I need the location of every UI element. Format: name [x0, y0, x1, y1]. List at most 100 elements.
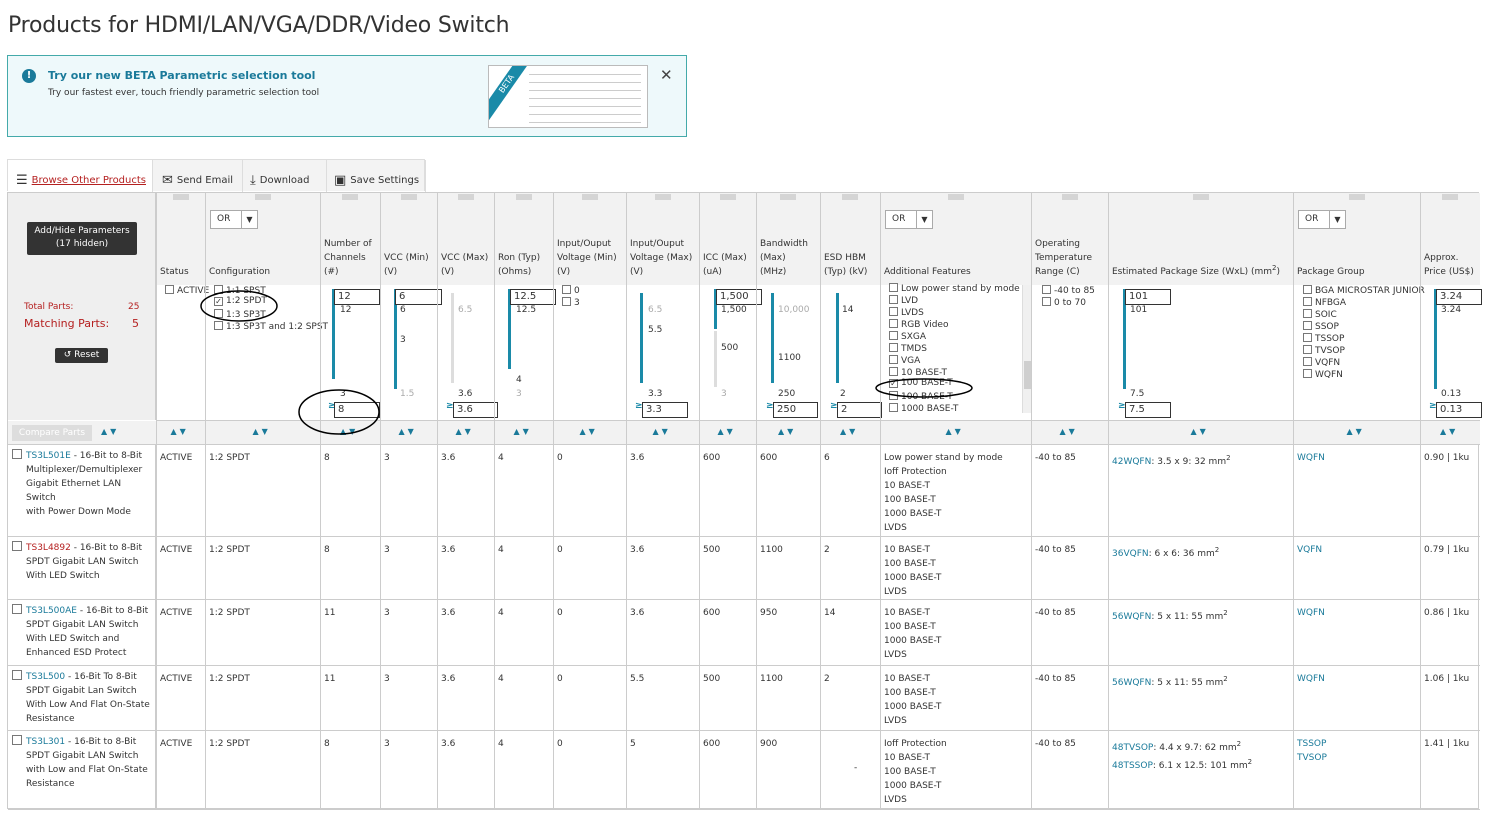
sort-arrows-config[interactable]: ▲▼ — [253, 427, 271, 436]
temp-filter-0-70[interactable]: 0 to 70 — [1042, 296, 1086, 308]
sort-arrows-price[interactable]: ▲▼ — [1440, 427, 1458, 436]
sort-arrows-vccmin[interactable]: ▲▼ — [399, 427, 417, 436]
column-header-bw[interactable]: Bandwidth (Max) (MHz) — [760, 237, 808, 279]
sort-arrows-ron[interactable]: ▲▼ — [514, 427, 532, 436]
pkggroup-filter-6[interactable]: VQFN — [1303, 356, 1340, 368]
checkbox[interactable] — [1303, 285, 1312, 294]
column-grip[interactable] — [457, 194, 474, 200]
part-number-link[interactable]: TS3L500AE — [26, 606, 77, 616]
temp-filter-40-85[interactable]: -40 to 85 — [1042, 284, 1095, 296]
pkggroup-filter-4[interactable]: TSSOP — [1303, 332, 1344, 344]
column-grip[interactable] — [1348, 194, 1365, 200]
column-header-icc[interactable]: ICC (Max) (uA) — [703, 251, 747, 279]
esd-min-input[interactable]: 2 — [837, 402, 882, 418]
checkbox[interactable] — [889, 319, 898, 328]
pkggroup-filter-3[interactable]: SSOP — [1303, 320, 1339, 332]
or-select-features[interactable]: OR — [885, 210, 933, 229]
column-grip[interactable] — [342, 194, 358, 200]
column-header-pkggroup[interactable]: Package Group — [1297, 265, 1365, 279]
sort-arrows-vccmax[interactable]: ▲▼ — [456, 427, 474, 436]
reset-button[interactable]: ↺ Reset — [55, 348, 108, 363]
part-number-link[interactable]: TS3L501E — [26, 451, 71, 461]
package-link[interactable]: 48TVSOP — [1112, 743, 1153, 753]
range-slider-track[interactable] — [451, 293, 454, 383]
vccmin-max-input[interactable]: 6 — [395, 289, 442, 305]
column-grip[interactable] — [780, 194, 796, 200]
sort-arrows-status[interactable]: ▲▼ — [171, 427, 189, 436]
channels-max-input[interactable]: 12 — [334, 289, 380, 305]
checkbox[interactable] — [889, 307, 898, 316]
part-number-link[interactable]: TS3L4892 — [26, 543, 71, 553]
checkbox[interactable]: ✓ — [214, 297, 223, 306]
price-max-input[interactable]: 3.24 — [1436, 289, 1482, 305]
sort-arrows-iomax[interactable]: ▲▼ — [653, 427, 671, 436]
column-header-price[interactable]: Approx. Price (US$) — [1424, 251, 1474, 279]
column-header-channels[interactable]: Number of Channels (#) — [324, 237, 372, 279]
checkbox[interactable] — [889, 283, 898, 292]
compare-checkbox[interactable] — [12, 670, 22, 680]
checkbox[interactable] — [889, 343, 898, 352]
sort-arrows-esd[interactable]: ▲▼ — [840, 427, 858, 436]
checkbox[interactable] — [1303, 357, 1312, 366]
sort-arrows-bw[interactable]: ▲▼ — [778, 427, 796, 436]
checkbox[interactable] — [214, 321, 223, 330]
feature-filter-8[interactable]: ✓ 100 BASE-T — [889, 378, 953, 388]
pkggroup-filter-5[interactable]: TVSOP — [1303, 344, 1345, 356]
column-grip[interactable] — [172, 194, 189, 200]
config-filter-1-1-spst[interactable]: 1:1 SPST — [214, 284, 266, 296]
column-header-iomax[interactable]: Input/Ouput Voltage (Max) (V) — [630, 237, 692, 279]
pkgsize-min-input[interactable]: 7.5 — [1125, 402, 1171, 418]
package-link[interactable]: 56WQFN — [1112, 678, 1151, 688]
column-header-vccmax[interactable]: VCC (Max) (V) — [441, 251, 488, 279]
column-header-features[interactable]: Additional Features — [884, 265, 971, 279]
sort-arrows-icc[interactable]: ▲▼ — [718, 427, 736, 436]
column-grip[interactable] — [254, 194, 271, 200]
checkbox[interactable] — [214, 285, 223, 294]
sort-arrows-name[interactable]: ▲▼ — [101, 427, 119, 436]
feature-filter-1[interactable]: LVD — [889, 294, 918, 306]
column-grip[interactable] — [654, 194, 671, 200]
compare-parts-button[interactable]: Compare Parts — [12, 425, 92, 441]
sort-arrows-temp[interactable]: ▲▼ — [1060, 427, 1078, 436]
send-email-button[interactable]: ✉ Send Email — [153, 160, 243, 192]
package-link[interactable]: 42WQFN — [1112, 457, 1151, 467]
beta-heading[interactable]: Try our new BETA Parametric selection to… — [48, 69, 315, 82]
ron-max-input[interactable]: 12.5 — [510, 289, 556, 305]
part-number-link[interactable]: TS3L500 — [26, 672, 65, 682]
sort-arrows-iomin[interactable]: ▲▼ — [580, 427, 598, 436]
checkbox[interactable] — [1303, 369, 1312, 378]
checkbox[interactable] — [1042, 285, 1051, 294]
browse-other-products-tab[interactable]: ☰ Browse Other Products — [8, 160, 153, 192]
column-grip[interactable] — [1442, 194, 1458, 200]
package-group-link[interactable]: WQFN — [1297, 672, 1325, 686]
package-link[interactable]: 56WQFN — [1112, 612, 1151, 622]
package-group-link[interactable]: VQFN — [1297, 543, 1322, 557]
checkbox[interactable] — [1042, 297, 1051, 306]
column-header-status[interactable]: Status — [160, 265, 189, 279]
feature-filter-7[interactable]: 10 BASE-T — [889, 366, 947, 378]
checkbox[interactable] — [562, 297, 571, 306]
column-grip[interactable] — [400, 194, 417, 200]
feature-filter-9[interactable]: 100 BASE-T — [889, 390, 953, 402]
config-filter-1-3-sp3t-1-2-spst[interactable]: 1:3 SP3T and 1:2 SPST — [214, 320, 328, 332]
pkggroup-filter-2[interactable]: SOIC — [1303, 308, 1337, 320]
vccmax-min-input[interactable]: 3.6 — [453, 402, 498, 418]
range-slider-track[interactable] — [640, 293, 643, 383]
price-min-input[interactable]: 0.13 — [1436, 402, 1482, 418]
sort-arrows-pkgsize[interactable]: ▲▼ — [1191, 427, 1209, 436]
bw-min-input[interactable]: 250 — [773, 402, 818, 418]
sort-arrows-channels[interactable]: ▲▼ — [340, 427, 358, 436]
column-header-pkgsize[interactable]: Estimated Package Size (WxL) (mm2) — [1112, 261, 1280, 279]
column-header-config[interactable]: Configuration — [209, 265, 270, 279]
checkbox[interactable] — [889, 331, 898, 340]
column-grip[interactable] — [581, 194, 598, 200]
iomax-min-input[interactable]: 3.3 — [642, 402, 688, 418]
feature-filter-5[interactable]: TMDS — [889, 342, 927, 354]
column-header-temp[interactable]: Operating Temperature Range (C) — [1035, 237, 1092, 279]
pkgsize-max-input[interactable]: 101 — [1125, 289, 1171, 305]
compare-checkbox[interactable] — [12, 541, 22, 551]
sort-arrows-pkggroup[interactable]: ▲▼ — [1347, 427, 1365, 436]
checkbox[interactable] — [562, 285, 571, 294]
checkbox[interactable] — [889, 391, 898, 400]
checkbox[interactable] — [889, 295, 898, 304]
